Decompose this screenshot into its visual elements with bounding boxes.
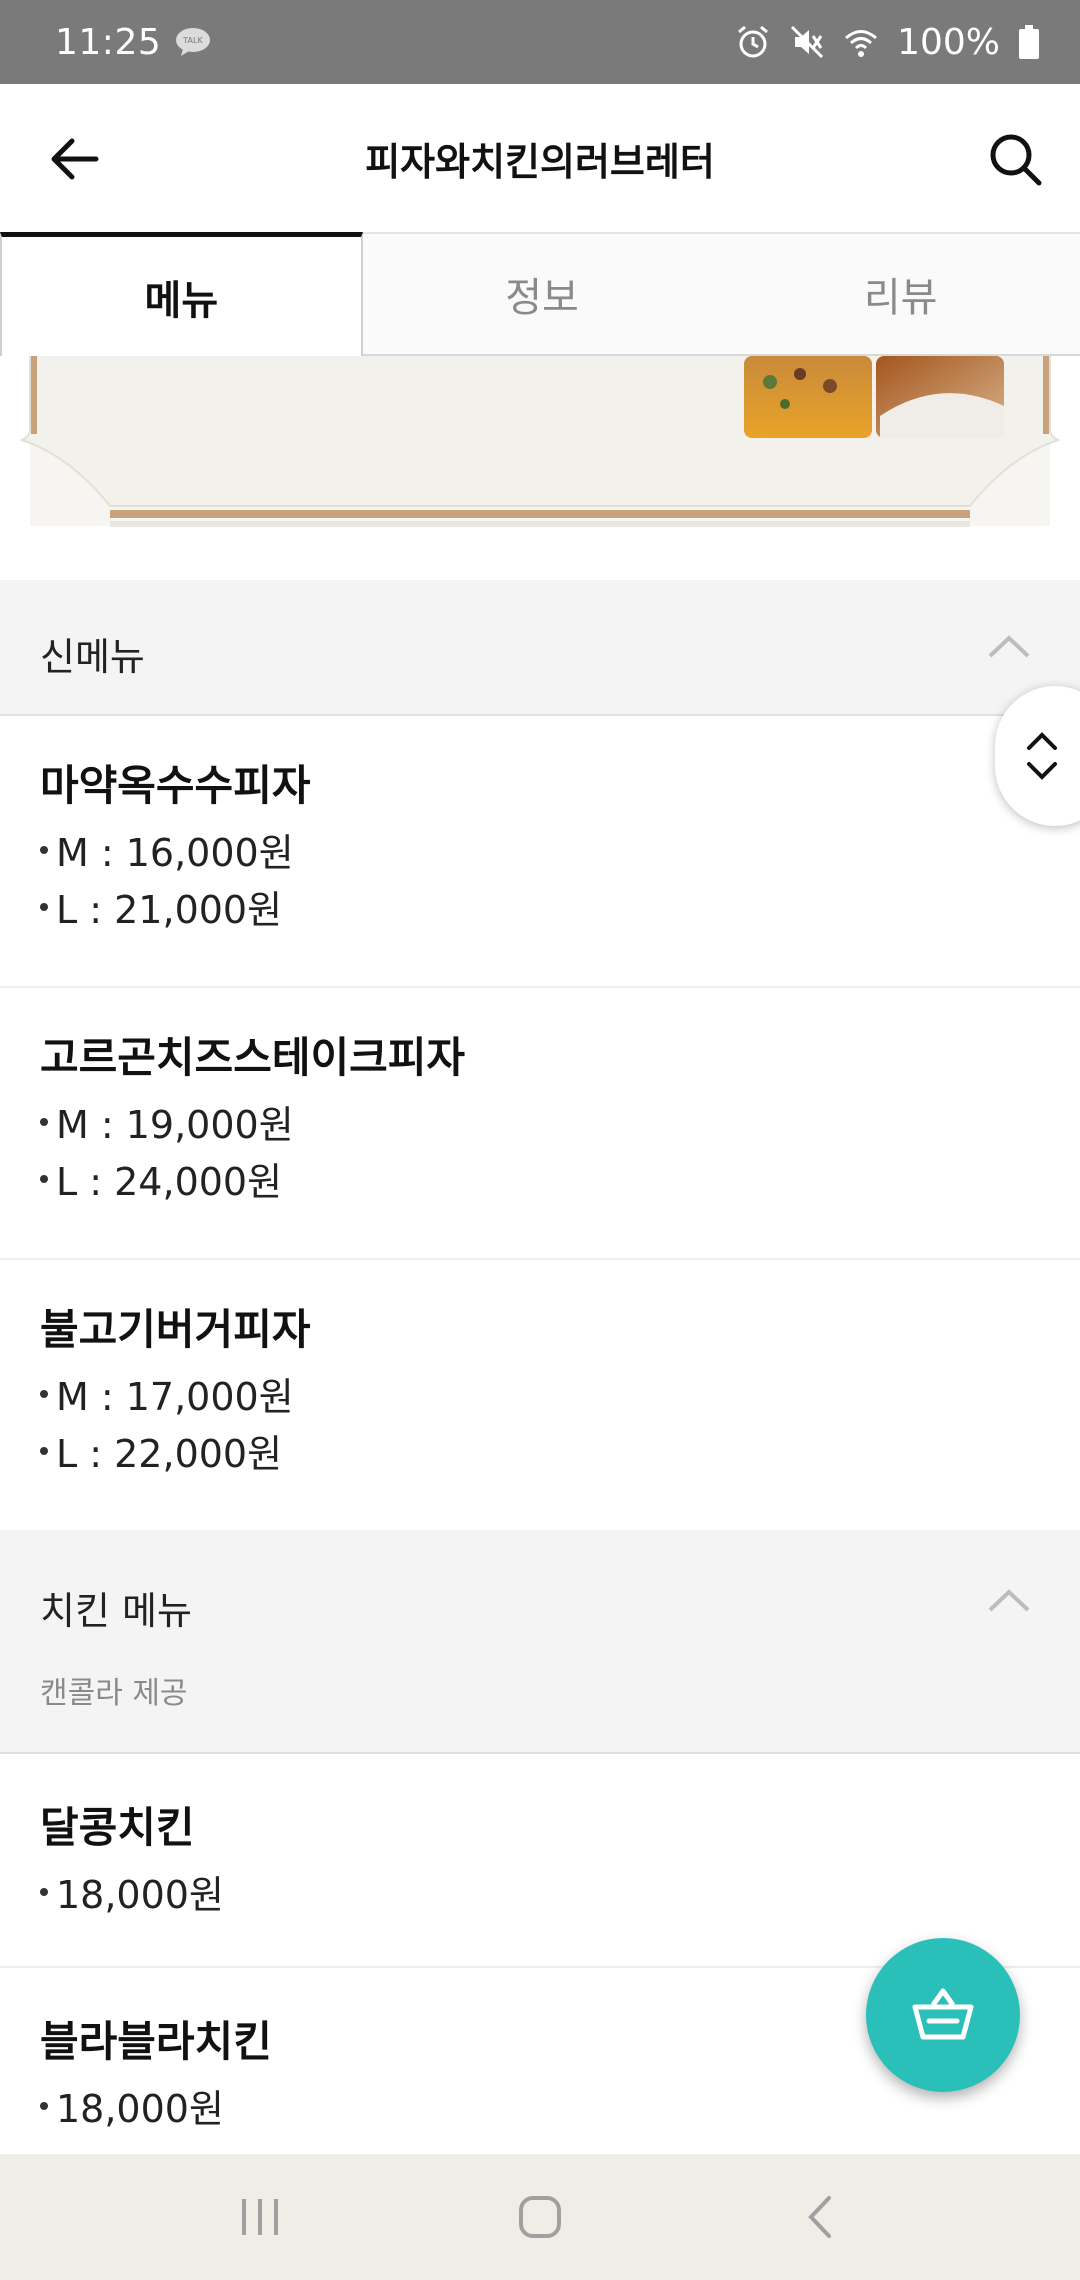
price-text: L : 24,000원 [56, 1160, 283, 1204]
menu-item-price: 18,000원 [40, 1864, 224, 1919]
price-text: L : 22,000원 [56, 1432, 283, 1476]
price-text: 18,000원 [56, 1873, 224, 1917]
app-bar: 피자와치킨의러브레터 [0, 84, 1080, 232]
mute-icon [791, 25, 824, 59]
menu-item-price: M : 17,000원 [40, 1366, 294, 1421]
talk-icon: TALK [176, 28, 211, 56]
price-text: M : 17,000원 [56, 1375, 294, 1419]
back-nav-icon [808, 2196, 831, 2238]
section-header-new-menu[interactable]: 신메뉴 [0, 580, 1080, 716]
section-subtitle: 캔콜라 제공 [40, 1676, 188, 1711]
banner-image [19, 356, 1061, 527]
bullet [40, 1887, 48, 1896]
svg-text:TALK: TALK [183, 36, 204, 45]
bullet [40, 2101, 48, 2110]
chevron-up-down-icon [1027, 732, 1057, 780]
battery-percent: 100% [897, 21, 1000, 63]
section-header-chicken-menu[interactable]: 치킨 메뉴 캔콜라 제공 [0, 1530, 1080, 1754]
search-button[interactable] [980, 124, 1050, 194]
bullet [40, 1446, 48, 1455]
menu-content: 신메뉴 마약옥수수피자 M : 16,000원 L : 21,000원 고르곤치… [0, 580, 1080, 2158]
menu-item-price: 18,000원 [40, 2078, 224, 2133]
menu-item-name: 마약옥수수피자 [40, 761, 311, 810]
bullet [40, 1174, 48, 1183]
menu-item-name: 불고기버거피자 [40, 1305, 311, 1354]
chevron-up-icon [988, 1589, 1030, 1612]
tab-review[interactable]: 리뷰 [721, 232, 1080, 354]
bullet [40, 1389, 48, 1398]
menu-item-price: L : 21,000원 [40, 879, 282, 934]
menu-item-name: 고르곤치즈스테이크피자 [40, 1033, 466, 1082]
back-arrow-icon [51, 138, 99, 180]
menu-item[interactable]: 불고기버거피자 M : 17,000원 L : 22,000원 [0, 1260, 1080, 1530]
shopping-basket-icon [912, 1988, 974, 2040]
tab-bar: 메뉴 정보 리뷰 [0, 232, 1080, 356]
bullet [40, 1117, 48, 1126]
back-button[interactable] [40, 124, 110, 194]
section-title: 치킨 메뉴 [40, 1589, 192, 1633]
menu-item-price: M : 16,000원 [40, 822, 294, 877]
store-banner [0, 356, 1080, 580]
menu-item-price: M : 19,000원 [40, 1094, 294, 1149]
alarm-icon [738, 25, 769, 58]
battery-icon [1019, 25, 1039, 59]
recent-apps-button[interactable] [220, 2177, 300, 2257]
home-icon [519, 2196, 561, 2238]
price-text: 18,000원 [56, 2087, 224, 2131]
status-time: 11:25 [55, 21, 162, 63]
search-icon [990, 134, 1042, 186]
menu-item-name: 블라블라치킨 [40, 2017, 272, 2066]
price-text: L : 21,000원 [56, 888, 283, 932]
store-title: 피자와치킨의러브레터 [365, 139, 715, 184]
menu-item-price: L : 24,000원 [40, 1151, 282, 1206]
price-text: M : 16,000원 [56, 831, 294, 875]
price-text: M : 19,000원 [56, 1103, 294, 1147]
system-nav-bar [0, 2154, 1080, 2280]
tab-info[interactable]: 정보 [362, 232, 722, 354]
status-bar: 11:25 TALK 100% [0, 0, 1080, 84]
home-button[interactable] [500, 2177, 580, 2257]
tab-menu[interactable]: 메뉴 [0, 232, 363, 356]
section-title: 신메뉴 [40, 635, 145, 679]
wifi-icon [845, 30, 878, 57]
menu-item-price: L : 22,000원 [40, 1423, 282, 1478]
bullet [40, 902, 48, 911]
menu-item[interactable]: 고르곤치즈스테이크피자 M : 19,000원 L : 24,000원 [0, 988, 1080, 1260]
menu-item[interactable]: 달콩치킨 18,000원 [0, 1754, 1080, 1968]
cart-button[interactable] [866, 1938, 1020, 2092]
back-nav-button[interactable] [780, 2177, 860, 2257]
bullet [40, 845, 48, 854]
recent-apps-icon [242, 2199, 278, 2235]
menu-item[interactable]: 마약옥수수피자 M : 16,000원 L : 21,000원 [0, 716, 1080, 988]
chevron-up-icon [988, 635, 1030, 658]
menu-item-name: 달콩치킨 [40, 1803, 195, 1852]
status-icons: 100% [735, 22, 1040, 63]
